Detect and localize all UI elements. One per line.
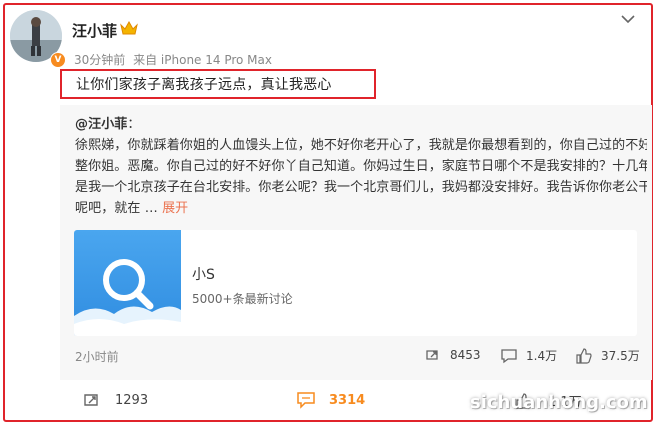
watermark: sichuanhong.com: [470, 392, 648, 413]
retweet-content: @汪小菲： 徐熙娣，你就踩着你姐的人血馒头上位，她不好你老开心了，我就是你最想看…: [75, 114, 647, 219]
search-topic-icon: [74, 230, 181, 336]
post-text: 让你们家孩子离我孩子远点，真让我恶心: [76, 77, 332, 93]
like-icon: [576, 347, 592, 364]
repost-button[interactable]: 1293: [82, 391, 148, 409]
comment-count: 3314: [329, 392, 366, 408]
retweet-last-line: 呢吧，就在 …: [75, 201, 158, 216]
comment-icon: [501, 348, 517, 363]
topic-card[interactable]: 小S 5000+条最新讨论: [74, 230, 637, 336]
comment-icon: [297, 392, 315, 409]
retweet-time[interactable]: 2小时前: [75, 348, 119, 365]
retweet-like-button[interactable]: 37.5万: [575, 347, 640, 364]
chevron-down-icon[interactable]: [620, 13, 636, 25]
retweet-comment-count: 1.4万: [526, 349, 558, 363]
repost-icon: [84, 394, 98, 406]
repost-count: 1293: [115, 392, 149, 408]
retweet-repost-button[interactable]: 8453: [424, 347, 481, 363]
repost-icon: [426, 350, 438, 360]
retweet-repost-count: 8453: [450, 348, 481, 362]
retweet-line: 整你姐。恶魔。你自己过的好不好你丫自己知道。你妈过生日，家庭节日哪个不是我安排的…: [75, 159, 647, 174]
post-source: 来自 iPhone 14 Pro Max: [133, 53, 272, 67]
retweet-line: 徐熙娣，你就踩着你姐的人血馒头上位，她不好你老开心了，我就是你最想看到的，你自己…: [75, 138, 647, 153]
expand-link[interactable]: 展开: [162, 201, 188, 216]
topic-subtitle: 5000+条最新讨论: [192, 292, 293, 306]
retweet-author-suffix: ：: [127, 117, 141, 132]
member-crown-icon: [120, 20, 138, 35]
verified-badge-icon: V: [50, 52, 66, 68]
post-time[interactable]: 30分钟前: [74, 53, 125, 67]
retweet-author[interactable]: @汪小菲: [75, 117, 127, 132]
retweet-comment-button[interactable]: 1.4万: [500, 347, 557, 364]
post-username[interactable]: 汪小菲: [72, 20, 117, 41]
retweet-like-count: 37.5万: [601, 349, 640, 363]
post-meta: 30分钟前 来自 iPhone 14 Pro Max: [74, 51, 276, 68]
comment-button[interactable]: 3314: [296, 391, 365, 409]
topic-title: 小S: [192, 267, 215, 283]
retweet-line: 是我一个北京孩子在台北安排。你老公呢？我一个北京哥们儿，我妈都没安排好。我告诉你…: [75, 180, 647, 195]
retweet-block: @汪小菲： 徐熙娣，你就踩着你姐的人血馒头上位，她不好你老开心了，我就是你最想看…: [60, 105, 652, 380]
